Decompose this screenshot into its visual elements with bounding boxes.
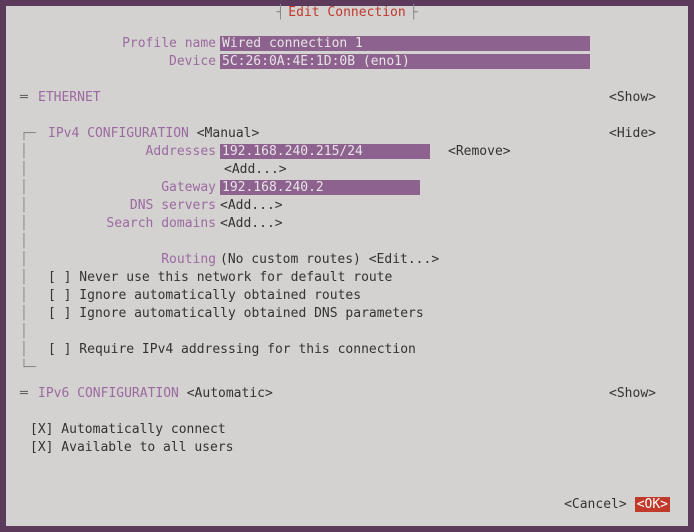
ipv6-collapsed-icon: ═ — [20, 386, 38, 401]
ignore-routes-checkbox[interactable]: [ ] Ignore automatically obtained routes — [48, 288, 361, 303]
title-text: Edit Connection — [284, 5, 409, 20]
tree-bar-icon: │ — [20, 144, 48, 159]
tree-bar-icon: │ — [20, 162, 48, 177]
tree-bar-icon: │ — [20, 216, 48, 231]
addresses-label: Addresses — [48, 144, 220, 159]
cancel-button[interactable]: <Cancel> — [564, 497, 627, 512]
gateway-label: Gateway — [48, 180, 220, 195]
address-input[interactable]: 192.168.240.215/24 — [220, 144, 430, 159]
edit-connection-dialog: ┤ Edit Connection ├ Profile name Wired c… — [6, 6, 688, 526]
ok-button[interactable]: <OK> — [635, 497, 670, 512]
tree-bar-icon: │ — [20, 198, 48, 213]
routing-edit-button[interactable]: <Edit...> — [369, 252, 439, 267]
auto-connect-checkbox[interactable]: [X] Automatically connect — [20, 422, 226, 437]
device-label: Device — [20, 54, 220, 69]
tree-bar-icon: │ — [20, 270, 48, 285]
title-bracket-right: ├ — [410, 5, 418, 20]
tree-bar-icon: │ — [20, 288, 48, 303]
ethernet-show-button[interactable]: <Show> — [609, 90, 656, 105]
dns-label: DNS servers — [48, 198, 220, 213]
never-default-route-checkbox[interactable]: [ ] Never use this network for default r… — [48, 270, 392, 285]
tree-bar-icon: │ — [20, 252, 48, 267]
search-add-button[interactable]: <Add...> — [220, 216, 283, 231]
ipv4-tree-bottom-icon: └─ — [20, 360, 48, 375]
routing-status: (No custom routes) — [220, 252, 361, 267]
dns-add-button[interactable]: <Add...> — [220, 198, 283, 213]
ipv4-tree-top-icon: ┌─ — [20, 126, 48, 141]
dialog-title: ┤ Edit Connection ├ — [276, 5, 417, 20]
ethernet-header: ETHERNET — [38, 90, 101, 105]
search-domains-label: Search domains — [48, 216, 220, 231]
ipv4-header: IPv4 CONFIGURATION — [48, 126, 189, 141]
require-ipv4-checkbox[interactable]: [ ] Require IPv4 addressing for this con… — [48, 342, 416, 357]
ethernet-collapsed-icon: ═ — [20, 90, 38, 105]
profile-name-label: Profile name — [20, 36, 220, 51]
gateway-input[interactable]: 192.168.240.2 — [220, 180, 420, 195]
device-input[interactable]: 5C:26:0A:4E:1D:0B (eno1) — [220, 54, 590, 69]
tree-bar-icon: │ — [20, 180, 48, 195]
tree-bar-icon: │ — [20, 324, 48, 339]
ignore-dns-checkbox[interactable]: [ ] Ignore automatically obtained DNS pa… — [48, 306, 424, 321]
routing-label: Routing — [48, 252, 220, 267]
profile-name-input[interactable]: Wired connection 1 — [220, 36, 590, 51]
tree-bar-icon: │ — [20, 306, 48, 321]
available-all-users-checkbox[interactable]: [X] Available to all users — [20, 440, 234, 455]
ipv6-show-button[interactable]: <Show> — [609, 386, 656, 401]
ipv6-mode-select[interactable]: <Automatic> — [187, 386, 273, 401]
tree-bar-icon: │ — [20, 234, 48, 249]
ipv4-hide-button[interactable]: <Hide> — [609, 126, 656, 141]
address-remove-button[interactable]: <Remove> — [448, 144, 511, 159]
tree-bar-icon: │ — [20, 342, 48, 357]
ipv4-mode-select[interactable]: <Manual> — [197, 126, 260, 141]
address-add-button[interactable]: <Add...> — [224, 162, 287, 177]
ipv6-header: IPv6 CONFIGURATION — [38, 386, 179, 401]
title-bracket-left: ┤ — [276, 5, 284, 20]
